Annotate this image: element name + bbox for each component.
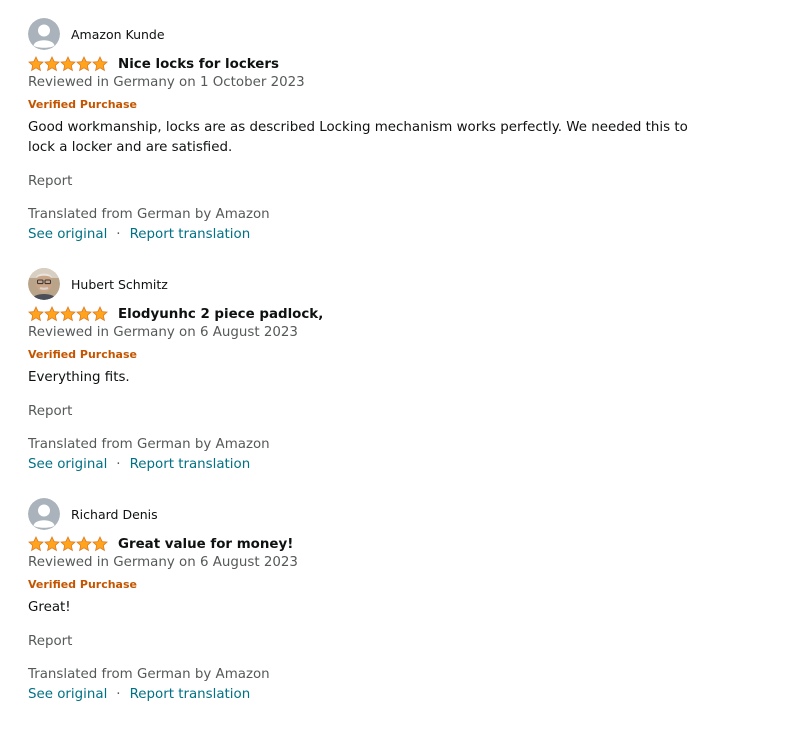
translation-links: See original · Report translation [28,227,250,242]
review-title[interactable]: Nice locks for lockers [118,57,279,72]
see-original-link[interactable]: See original [28,227,107,242]
verified-purchase-badge[interactable]: Verified Purchase [28,348,137,361]
reviewer-name: Richard Denis [71,506,158,522]
review-title-row: Great value for money! [28,535,293,553]
report-translation-link[interactable]: Report translation [130,687,251,702]
report-translation-link[interactable]: Report translation [130,457,251,472]
star-icon [76,56,92,72]
report-translation-link[interactable]: Report translation [130,227,251,242]
star-rating[interactable] [28,536,108,552]
profile-photo-avatar [28,268,60,300]
star-icon [60,56,76,72]
review-date: Reviewed in Germany on 6 August 2023 [28,325,298,340]
star-icon [76,306,92,322]
review-body: Great! [28,600,71,615]
star-icon [28,306,44,322]
translation-links: See original · Report translation [28,457,250,472]
star-icon [44,56,60,72]
star-icon [92,56,108,72]
star-icon [44,306,60,322]
default-avatar-icon [28,498,60,530]
star-icon [76,536,92,552]
review-title-row: Elodyunhc 2 piece padlock, [28,305,323,323]
reviewer-name: Amazon Kunde [71,26,165,42]
star-icon [92,306,108,322]
review-title-row: Nice locks for lockers [28,55,279,73]
reviewer-profile[interactable]: Amazon Kunde [28,18,165,50]
report-link[interactable]: Report [28,404,72,419]
star-icon [28,56,44,72]
review-title[interactable]: Great value for money! [118,537,293,552]
review-body: Good workmanship, locks are as described… [28,120,688,155]
report-link[interactable]: Report [28,174,72,189]
star-rating[interactable] [28,56,108,72]
review-date: Reviewed in Germany on 6 August 2023 [28,555,298,570]
star-icon [92,536,108,552]
see-original-link[interactable]: See original [28,687,107,702]
star-rating[interactable] [28,306,108,322]
review-title[interactable]: Elodyunhc 2 piece padlock, [118,307,323,322]
star-icon [60,306,76,322]
reviewer-profile[interactable]: Richard Denis [28,498,158,530]
verified-purchase-badge[interactable]: Verified Purchase [28,98,137,111]
default-avatar-icon [28,18,60,50]
separator-dot: · [116,457,121,472]
reviewer-name: Hubert Schmitz [71,276,168,292]
review-date: Reviewed in Germany on 1 October 2023 [28,75,305,90]
translation-note: Translated from German by Amazon [28,437,270,452]
verified-purchase-badge[interactable]: Verified Purchase [28,578,137,591]
review-body: Everything fits. [28,370,130,385]
report-link[interactable]: Report [28,634,72,649]
translation-links: See original · Report translation [28,687,250,702]
separator-dot: · [116,227,121,242]
star-icon [60,536,76,552]
translation-note: Translated from German by Amazon [28,207,270,222]
star-icon [44,536,60,552]
star-icon [28,536,44,552]
see-original-link[interactable]: See original [28,457,107,472]
reviewer-profile[interactable]: Hubert Schmitz [28,268,168,300]
separator-dot: · [116,687,121,702]
translation-note: Translated from German by Amazon [28,667,270,682]
